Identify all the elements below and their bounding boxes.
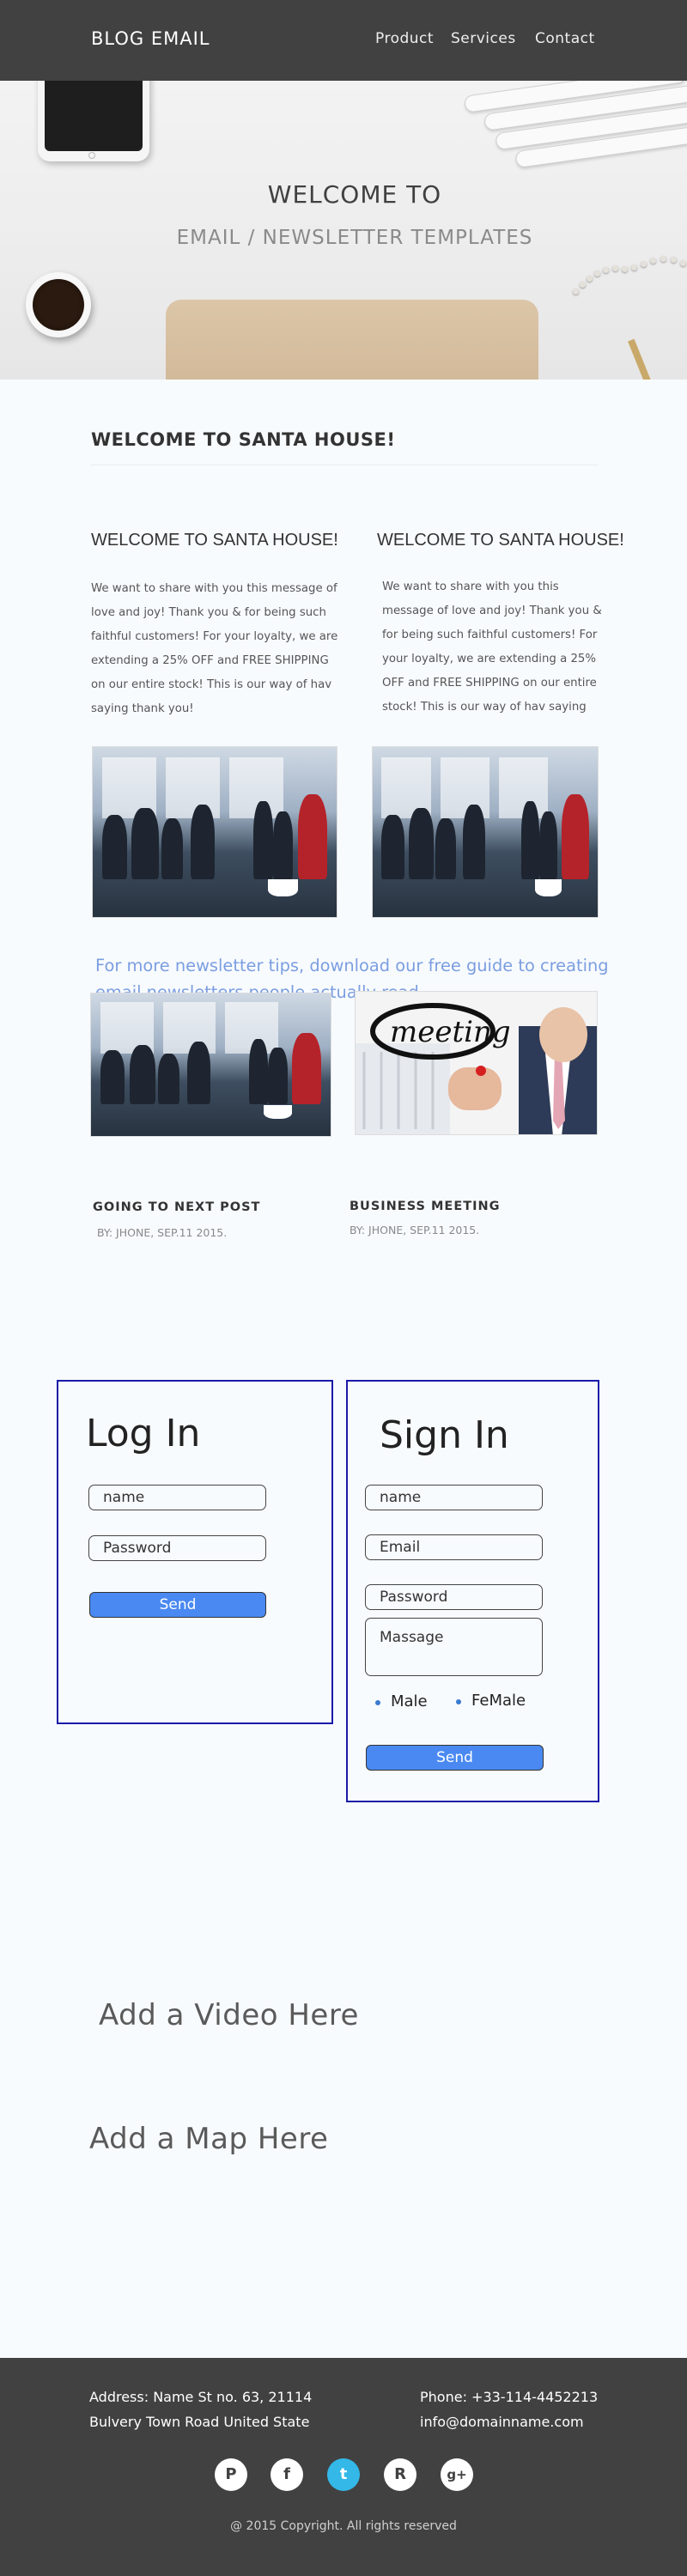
post-1-title[interactable]: GOING TO NEXT POST bbox=[93, 1200, 260, 1214]
facebook-icon[interactable]: f bbox=[271, 2458, 303, 2491]
google-plus-icon[interactable]: g+ bbox=[441, 2458, 473, 2491]
brand-logo[interactable]: BLOG EMAIL bbox=[91, 28, 210, 49]
login-password-input[interactable]: Password bbox=[88, 1535, 266, 1561]
hero-subtitle: EMAIL / NEWSLETTER TEMPLATES bbox=[176, 227, 533, 249]
radio-dot-icon bbox=[456, 1699, 461, 1704]
pencil-image bbox=[628, 338, 654, 380]
footer-phone: Phone: +33-114-4452213 bbox=[420, 2389, 599, 2405]
login-name-input[interactable]: name bbox=[88, 1485, 266, 1510]
post-1-meta: BY: JHONE, SEP.11 2015. bbox=[97, 1226, 228, 1239]
office-photo-1 bbox=[92, 746, 337, 918]
map-placeholder-heading: Add a Map Here bbox=[89, 2122, 329, 2156]
section-heading: WELCOME TO SANTA HOUSE! bbox=[91, 429, 396, 450]
login-send-button[interactable]: Send bbox=[89, 1592, 266, 1618]
meeting-illustration: meeting bbox=[356, 1003, 597, 1134]
rolled-papers-image bbox=[463, 81, 687, 183]
post-2-image[interactable]: meeting bbox=[355, 991, 598, 1135]
gender-female-radio[interactable]: FeMale bbox=[456, 1692, 526, 1710]
column-2-heading: WELCOME TO SANTA HOUSE! bbox=[377, 531, 624, 550]
video-placeholder-heading: Add a Video Here bbox=[99, 1998, 359, 2032]
hero-banner: WELCOME TO EMAIL / NEWSLETTER TEMPLATES bbox=[0, 81, 687, 380]
footer-address: Address: Name St no. 63, 21114 Bulvery T… bbox=[89, 2389, 313, 2430]
female-label: FeMale bbox=[471, 1692, 526, 1710]
column-1-text: We want to share with you this message o… bbox=[91, 582, 338, 715]
column-2-text: We want to share with you this message o… bbox=[382, 580, 602, 714]
nav-product-link[interactable]: Product bbox=[375, 30, 434, 47]
meeting-handwriting: meeting bbox=[390, 1015, 511, 1049]
signin-send-button[interactable]: Send bbox=[366, 1745, 544, 1771]
footer-email[interactable]: info@domainname.com bbox=[420, 2409, 598, 2434]
pearl-necklace-image bbox=[571, 244, 687, 304]
coffee-cup-image bbox=[26, 272, 91, 337]
male-label: Male bbox=[391, 1692, 428, 1710]
gender-male-radio[interactable]: Male bbox=[375, 1692, 428, 1710]
signin-password-input[interactable]: Password bbox=[365, 1584, 543, 1610]
column-1-heading: WELCOME TO SANTA HOUSE! bbox=[91, 531, 338, 550]
nav-contact-link[interactable]: Contact bbox=[535, 30, 595, 47]
post-2-title[interactable]: BUSINESS MEETING bbox=[350, 1200, 501, 1213]
copyright-text: @ 2015 Copyright. All rights reserved bbox=[230, 2519, 457, 2533]
signin-name-input[interactable]: name bbox=[365, 1485, 543, 1510]
login-title: Log In bbox=[86, 1412, 201, 1455]
top-nav-bar: BLOG EMAIL Product Services Contact bbox=[0, 0, 687, 81]
pinterest-icon[interactable]: P bbox=[215, 2458, 247, 2491]
signin-title: Sign In bbox=[380, 1413, 509, 1457]
signin-email-input[interactable]: Email bbox=[365, 1534, 543, 1560]
nav-services-link[interactable]: Services bbox=[451, 30, 516, 47]
laptop-image bbox=[166, 300, 538, 380]
tablet-image bbox=[38, 81, 149, 161]
radio-dot-icon bbox=[375, 1700, 380, 1705]
post-1-image[interactable] bbox=[90, 993, 331, 1137]
hero-title: WELCOME TO bbox=[267, 180, 442, 209]
twitter-icon[interactable]: t bbox=[327, 2458, 360, 2491]
email-template-page: BLOG EMAIL Product Services Contact WELC… bbox=[0, 0, 687, 2576]
office-photo-2 bbox=[372, 746, 599, 918]
footer-contact: Phone: +33-114-4452213 info@domainname.c… bbox=[420, 2385, 598, 2434]
post-2-meta: BY: JHONE, SEP.11 2015. bbox=[350, 1224, 480, 1236]
signin-message-textarea[interactable]: Massage bbox=[365, 1618, 543, 1676]
rss-icon[interactable]: R bbox=[384, 2458, 416, 2491]
